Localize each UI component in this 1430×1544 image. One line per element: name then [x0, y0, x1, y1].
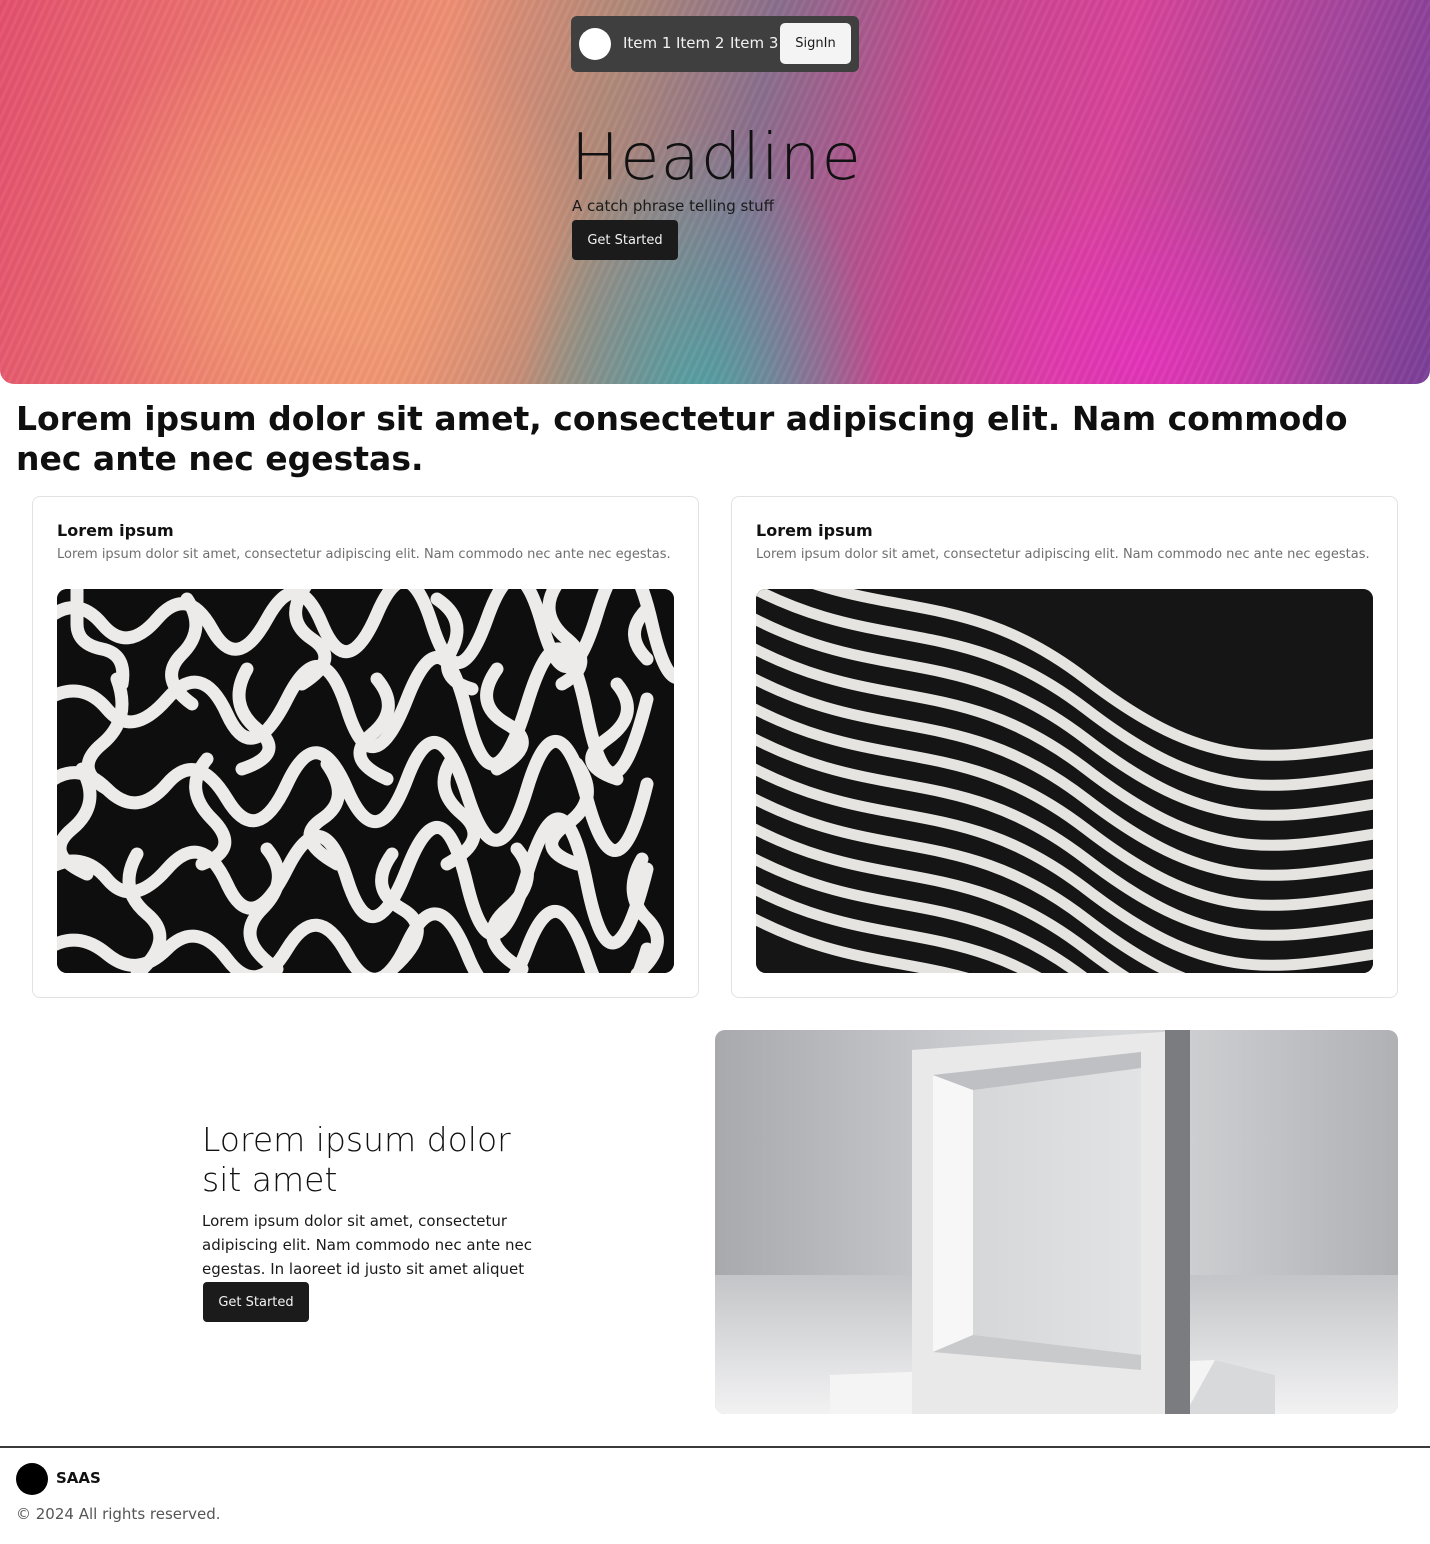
footer-logo-icon[interactable] [16, 1463, 48, 1495]
card-description: Lorem ipsum dolor sit amet, consectetur … [57, 547, 671, 562]
card-1: Lorem ipsum Lorem ipsum dolor sit amet, … [32, 496, 699, 998]
footer-divider [0, 1446, 1430, 1448]
card-2: Lorem ipsum Lorem ipsum dolor sit amet, … [731, 496, 1398, 998]
card-image-maze-pattern [57, 589, 674, 973]
signin-button[interactable]: SignIn [780, 23, 851, 64]
card-image-wave-stripes [756, 589, 1373, 973]
hero-catch-phrase: A catch phrase telling stuff [572, 197, 775, 215]
nav-item-2[interactable]: Item 2 [676, 33, 724, 53]
logo-circle-icon[interactable] [579, 28, 611, 60]
card-title: Lorem ipsum [57, 521, 174, 540]
section-heading: Lorem ipsum dolor sit amet, consectetur … [16, 399, 1348, 478]
nav-item-1[interactable]: Item 1 [623, 33, 671, 53]
feature-text: Lorem ipsum dolor sit amet, consectetur … [202, 1212, 532, 1278]
top-nav: Item 1 Item 2 Item 3 SignIn [571, 16, 859, 72]
feature-image-frame-sculpture [715, 1030, 1398, 1414]
nav-item-3[interactable]: Item 3 [730, 33, 778, 53]
feature-title: Lorem ipsum dolor sit amet [202, 1120, 511, 1199]
card-description: Lorem ipsum dolor sit amet, consectetur … [756, 547, 1370, 562]
footer-brand: SAAS [56, 1469, 101, 1487]
copyright-text: © 2024 All rights reserved. [16, 1505, 221, 1523]
hero-get-started-button[interactable]: Get Started [572, 220, 678, 260]
card-title: Lorem ipsum [756, 521, 873, 540]
feature-get-started-button[interactable]: Get Started [203, 1282, 309, 1322]
hero-headline: Headline [571, 121, 862, 195]
